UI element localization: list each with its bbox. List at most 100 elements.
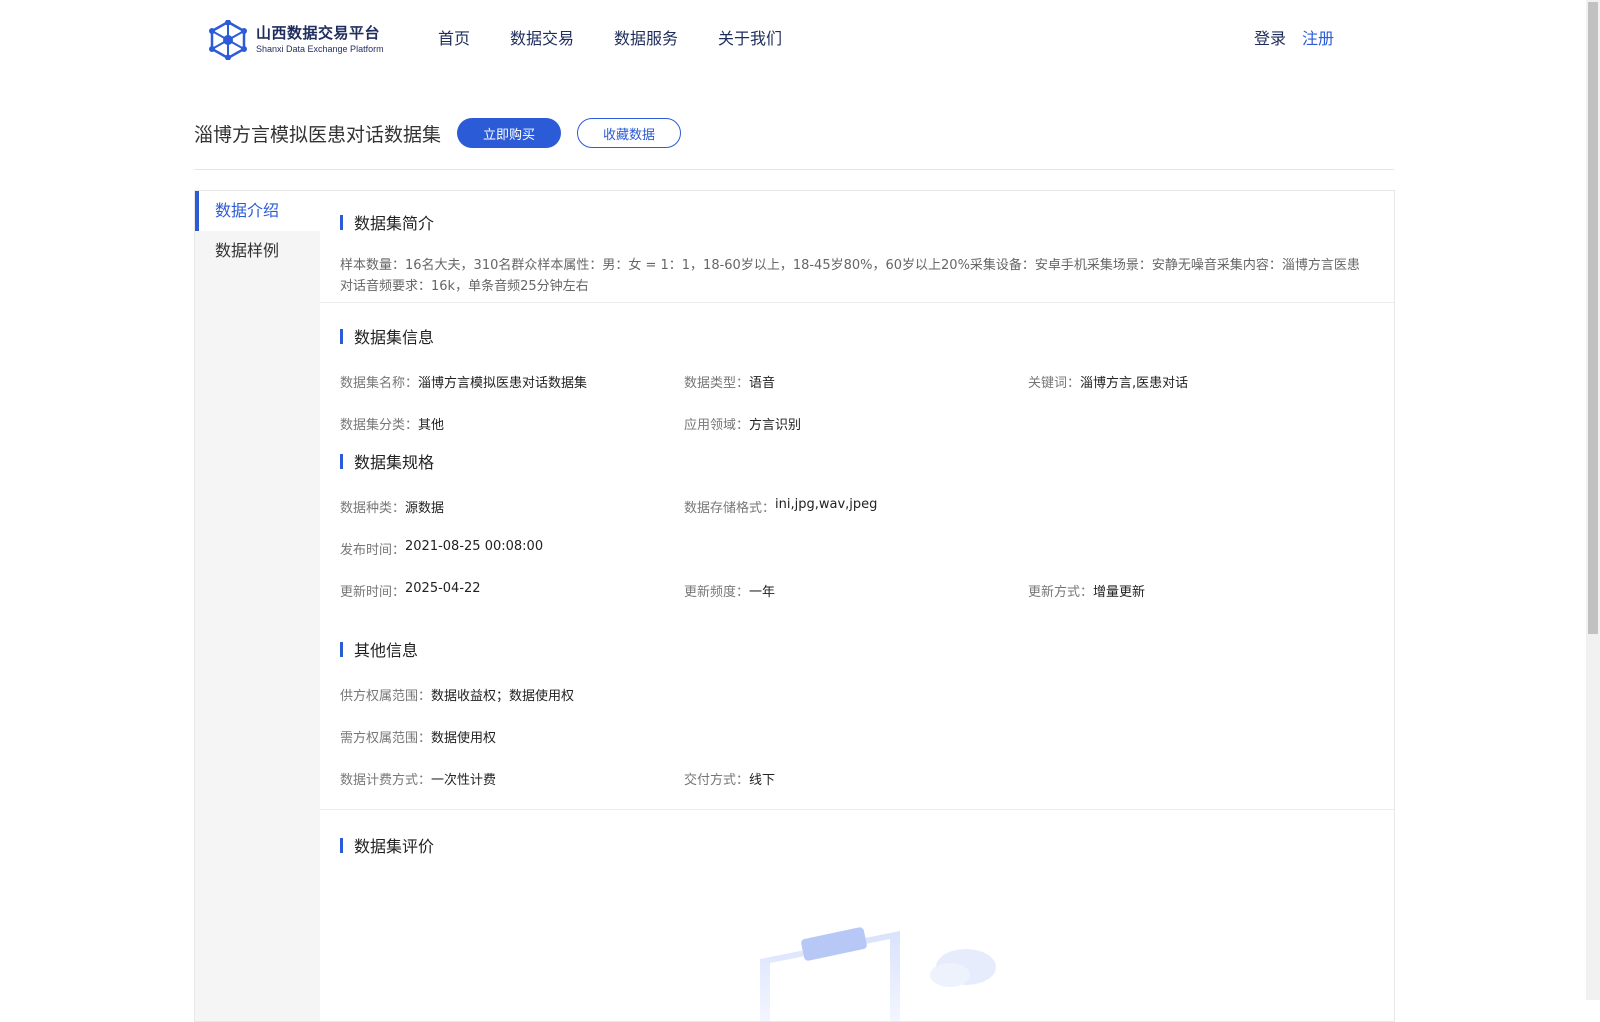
field-data-kind: 数据种类： 源数据 [340, 497, 684, 516]
sidebar-item-data-sample[interactable]: 数据样例 [195, 231, 320, 271]
logo-title-cn: 山西数据交易平台 [256, 24, 381, 42]
field-delivery-method: 交付方式： 线下 [684, 769, 1028, 788]
field-update-mode: 更新方式： 增量更新 [1028, 581, 1372, 600]
label: 需方权属范围： [340, 730, 432, 746]
field-data-type: 数据类型： 语音 [684, 372, 1028, 391]
sidebar-item-data-intro[interactable]: 数据介绍 [195, 191, 320, 231]
review-heading: 数据集评价 [354, 837, 435, 856]
value: 源数据 [405, 500, 445, 516]
label: 数据计费方式： [340, 772, 432, 788]
field-publish-time: 发布时间： 2021-08-25 00:08:00 [340, 539, 684, 558]
page-scrollbar[interactable] [1586, 0, 1600, 1000]
field-billing-method: 数据计费方式： 一次性计费 [340, 769, 684, 788]
label: 数据类型： [684, 375, 750, 391]
heading-accent-bar [340, 453, 343, 469]
site-logo[interactable]: 山西数据交易平台 Shanxi Data Exchange Platform [208, 20, 384, 60]
nav-about-us[interactable]: 关于我们 [718, 27, 782, 51]
other-section: 其他信息 供方权属范围： 数据收益权；数据使用权 需方权属范围： 数据使用权 数据计… [320, 611, 1394, 810]
info-row: 更新时间： 2025-04-22 更新频度： 一年 更新方式： 增量更新 [320, 569, 1394, 611]
info-heading: 数据集信息 [354, 328, 435, 347]
field-update-frequency: 更新频度： 一年 [684, 581, 1028, 600]
section-heading: 数据集规格 [320, 450, 1394, 472]
value: 数据使用权 [431, 730, 497, 746]
value: 2021-08-25 00:08:00 [405, 538, 544, 554]
value: 淄博方言模拟医患对话数据集 [418, 375, 588, 391]
heading-accent-bar [340, 328, 343, 344]
value: 一次性计费 [431, 772, 497, 788]
field-supplier-rights: 供方权属范围： 数据收益权；数据使用权 [340, 685, 684, 704]
intro-section: 数据集简介 样本数量：16名大夫，310名群众样本属性：男：女 = 1：1，18… [320, 191, 1394, 303]
info-row: 数据计费方式： 一次性计费 交付方式： 线下 [320, 757, 1394, 799]
info-row: 供方权属范围： 数据收益权；数据使用权 [320, 673, 1394, 715]
nav-data-trade[interactable]: 数据交易 [510, 27, 574, 51]
logo-title-en: Shanxi Data Exchange Platform [256, 44, 384, 54]
info-row: 数据集分类： 其他 应用领域： 方言识别 [320, 402, 1394, 444]
scrollbar-thumb[interactable] [1588, 2, 1598, 634]
info-section: 数据集信息 数据集名称： 淄博方言模拟医患对话数据集 数据类型： 语音 关键词： 淄博… [320, 303, 1394, 444]
logo-text: 山西数据交易平台 Shanxi Data Exchange Platform [256, 24, 384, 56]
heading-accent-bar [340, 641, 343, 657]
field-demander-rights: 需方权属范围： 数据使用权 [340, 727, 684, 746]
label: 数据存储格式： [684, 500, 776, 516]
dataset-title-row: 淄博方言模拟医患对话数据集 立即购买 收藏数据 [194, 118, 682, 148]
buy-now-button[interactable]: 立即购买 [457, 118, 562, 148]
register-link[interactable]: 注册 [1302, 27, 1334, 51]
label: 数据集分类： [340, 417, 419, 433]
auth-links: 登录 注册 [1254, 27, 1334, 51]
label: 交付方式： [684, 772, 750, 788]
value: 一年 [749, 584, 776, 600]
detail-content: 数据集简介 样本数量：16名大夫，310名群众样本属性：男：女 = 1：1，18… [320, 191, 1394, 1021]
field-storage-format: 数据存储格式： ini,jpg,wav,jpeg [684, 497, 1028, 516]
login-link[interactable]: 登录 [1254, 27, 1286, 51]
label: 数据集名称： [340, 375, 419, 391]
intro-description: 样本数量：16名大夫，310名群众样本属性：男：女 = 1：1，18-60岁以上… [340, 258, 1360, 294]
info-row: 发布时间： 2021-08-25 00:08:00 [320, 527, 1394, 569]
intro-heading: 数据集简介 [354, 214, 435, 233]
value: 语音 [749, 375, 776, 391]
nav-home[interactable]: 首页 [438, 27, 470, 51]
value: 数据收益权；数据使用权 [431, 688, 575, 704]
field-keywords: 关键词： 淄博方言,医患对话 [1028, 372, 1372, 391]
spec-section: 数据集规格 数据种类： 源数据 数据存储格式： ini,jpg,wav,jpeg 发… [320, 444, 1394, 611]
section-heading: 数据集评价 [320, 834, 1394, 856]
value: 线下 [749, 772, 776, 788]
value: 其他 [418, 417, 445, 433]
field-dataset-name: 数据集名称： 淄博方言模拟医患对话数据集 [340, 372, 684, 391]
top-navbar: 山西数据交易平台 Shanxi Data Exchange Platform 首… [0, 0, 1586, 80]
hexagon-network-logo-icon [209, 20, 247, 60]
label: 发布时间： [340, 542, 406, 558]
spec-heading: 数据集规格 [354, 453, 435, 472]
label: 更新频度： [684, 584, 750, 600]
favorite-data-button[interactable]: 收藏数据 [577, 118, 682, 148]
other-heading: 其他信息 [354, 641, 419, 660]
value: 增量更新 [1093, 584, 1146, 600]
info-row: 需方权属范围： 数据使用权 [320, 715, 1394, 757]
detail-panel: 数据介绍 数据样例 数据集简介 样本数量：16名大夫，310名群众样本属性：男：… [194, 190, 1395, 1022]
value: 方言识别 [749, 417, 802, 433]
empty-clipboard-illustration-icon [760, 927, 996, 1021]
label: 更新时间： [340, 584, 406, 600]
info-row: 数据集名称： 淄博方言模拟医患对话数据集 数据类型： 语音 关键词： 淄博方言,医患对… [320, 360, 1394, 402]
label: 关键词： [1028, 375, 1081, 391]
label: 应用领域： [684, 417, 750, 433]
main-nav: 首页 数据交易 数据服务 关于我们 [438, 27, 822, 51]
heading-accent-bar [340, 214, 343, 230]
field-update-time: 更新时间： 2025-04-22 [340, 581, 684, 600]
page-title: 淄博方言模拟医患对话数据集 [194, 123, 442, 146]
detail-sidebar: 数据介绍 数据样例 [195, 191, 320, 1021]
review-section: 数据集评价 [320, 810, 1394, 856]
value: ini,jpg,wav,jpeg [775, 496, 878, 512]
section-heading: 数据集信息 [320, 325, 1394, 347]
section-heading: 数据集简介 [320, 211, 1394, 233]
value: 2025-04-22 [405, 580, 481, 596]
nav-data-service[interactable]: 数据服务 [614, 27, 678, 51]
title-divider [194, 169, 1394, 170]
info-row: 数据种类： 源数据 数据存储格式： ini,jpg,wav,jpeg [320, 485, 1394, 527]
label: 供方权属范围： [340, 688, 432, 704]
label: 更新方式： [1028, 584, 1094, 600]
label: 数据种类： [340, 500, 406, 516]
field-application-domain: 应用领域： 方言识别 [684, 414, 1028, 433]
field-dataset-category: 数据集分类： 其他 [340, 414, 684, 433]
section-heading: 其他信息 [320, 638, 1394, 660]
heading-accent-bar [340, 837, 343, 853]
